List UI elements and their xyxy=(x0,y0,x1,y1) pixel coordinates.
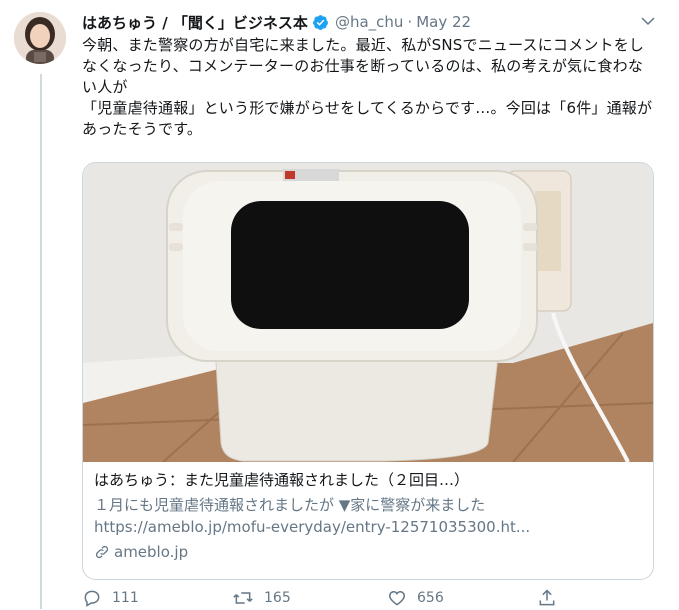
like-button[interactable]: 656 xyxy=(387,588,444,608)
share-button[interactable] xyxy=(537,588,567,608)
card-url: https://ameblo.jp/mofu-everyday/entry-12… xyxy=(94,518,531,536)
link-card[interactable]: はあちゅう：また児童虐待通報されました（２回目…） １月にも児童虐待通報されまし… xyxy=(82,162,654,580)
action-bar: 111 165 656 xyxy=(82,588,642,610)
retweet-button[interactable]: 165 xyxy=(232,588,291,608)
share-icon xyxy=(539,589,555,606)
card-domain: ameblo.jp xyxy=(114,543,189,561)
reply-button[interactable]: 111 xyxy=(82,588,139,608)
reply-icon xyxy=(84,590,100,607)
like-count: 656 xyxy=(417,590,444,606)
retweet-icon xyxy=(233,592,253,604)
card-image xyxy=(83,163,653,462)
thread-line xyxy=(40,74,42,609)
tweet-text: 今朝、また警察の方が自宅に来ました。最近、私がSNSでニュースにコメントをしなく… xyxy=(82,36,653,138)
chevron-down-icon[interactable] xyxy=(639,12,657,30)
tweet-header: はあちゅう / 「聞く」ビジネス本 @ha_chu · May 22 xyxy=(82,10,659,34)
card-body: はあちゅう：また児童虐待通報されました（２回目…） １月にも児童虐待通報されまし… xyxy=(94,469,641,563)
link-icon xyxy=(95,545,109,559)
heart-icon xyxy=(388,590,406,606)
retweet-count: 165 xyxy=(264,590,291,606)
avatar[interactable] xyxy=(14,12,66,64)
card-domain-row: ameblo.jp xyxy=(94,541,641,563)
reply-count: 111 xyxy=(112,590,139,606)
card-title: はあちゅう：また児童虐待通報されました（２回目…） xyxy=(94,471,470,489)
verified-badge-icon xyxy=(312,14,328,30)
user-handle[interactable]: @ha_chu xyxy=(335,13,403,31)
tweet-date[interactable]: May 22 xyxy=(416,13,471,31)
separator-dot: · xyxy=(407,13,413,31)
display-name[interactable]: はあちゅう / 「聞く」ビジネス本 xyxy=(82,12,308,33)
avatar-photo xyxy=(14,12,66,64)
card-description: １月にも児童虐待通報されましたが ▼家に警察が来ました xyxy=(94,496,486,514)
